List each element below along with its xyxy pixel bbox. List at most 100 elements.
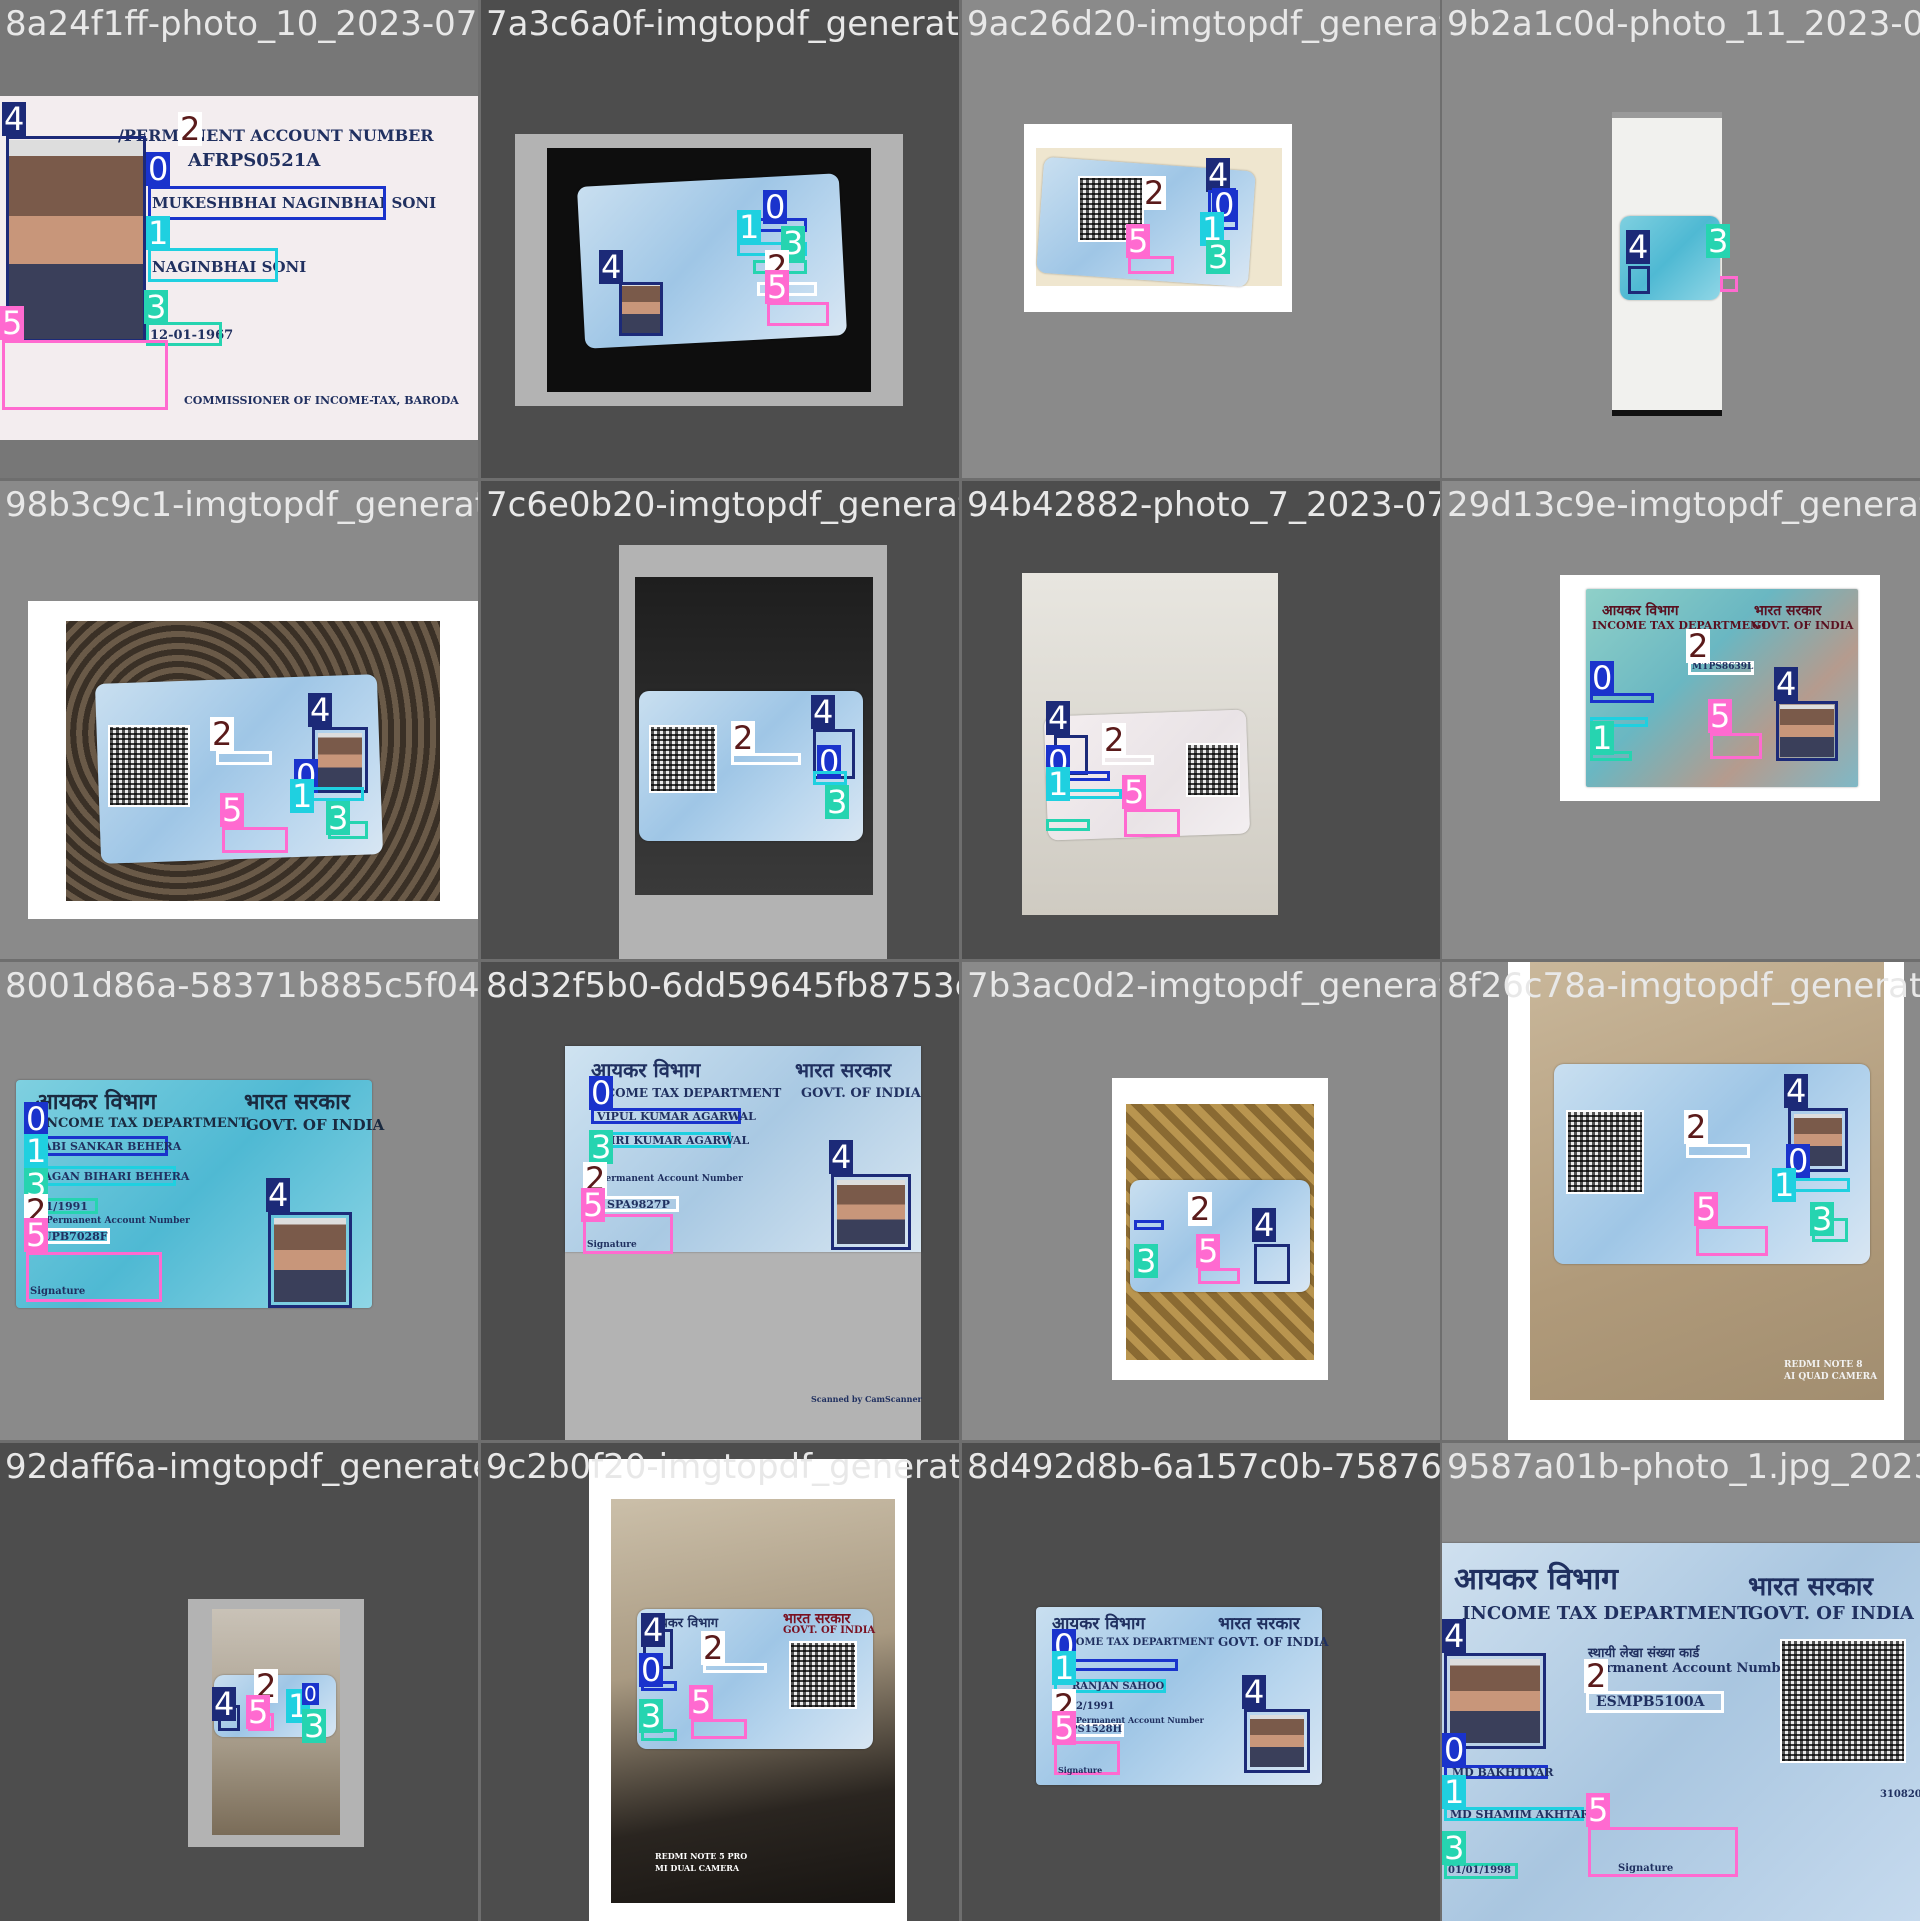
bbox-label: 4 (1774, 665, 1799, 703)
bbox-label: 5 (1196, 1232, 1221, 1270)
card-text: AFRPS0521A (188, 150, 321, 171)
bbox-label: 1 (290, 777, 315, 815)
qr-code (649, 725, 717, 793)
card-text: भारत सरकार (1218, 1614, 1300, 1634)
card-text: MI DUAL CAMERA (655, 1863, 740, 1873)
card-text: UPB7028F (42, 1230, 108, 1243)
bbox-label: 4 (811, 693, 836, 731)
tile-2: 2 4 0 1 5 3 9ac26d20-imgtopdf_generated_… (962, 0, 1440, 478)
card-text: GAGAN BIHARI BEHERA (34, 1170, 190, 1183)
tile-filename: 9c2b0f20-imgtopdf_generated (486, 1447, 959, 1487)
bbox (1710, 733, 1762, 759)
card-text: GOVT. OF INDIA (1752, 619, 1854, 632)
bbox-label: 5 (581, 1186, 606, 1224)
card-text: भारत सरकार (795, 1058, 892, 1082)
tile-filename: 8001d86a-58371b885c5f0418032758-169a5 jp… (5, 966, 478, 1006)
bbox-label: 3 (302, 1707, 327, 1745)
card-text: भारत सरकार (244, 1089, 350, 1115)
tile-8: आयकर विभाग भारत सरकार INCOME TAX DEPARTM… (0, 962, 478, 1440)
tile-13: आयकर विभाग भारत सरकार GOVT. OF INDIA 4 2… (481, 1443, 959, 1921)
portrait (1250, 1715, 1304, 1767)
bbox (1720, 276, 1738, 292)
bbox-label: 5 (689, 1683, 714, 1721)
bbox-label: 4 (308, 691, 333, 729)
bbox (1686, 1144, 1750, 1158)
bbox-label: 4 (2, 100, 27, 138)
bbox-label: 3 (1810, 1200, 1835, 1238)
bbox-label: 2 (1102, 721, 1127, 759)
tile-1: 0 1 3 2 4 5 7a3c6a0f-imgtopdf_generated_… (481, 0, 959, 478)
tile-5: 4 2 0 3 7c6e0b20-imgtopdf_generated_2608… (481, 481, 959, 959)
bbox-label: 1 (1590, 719, 1615, 757)
bbox-label: 5 (0, 304, 25, 342)
bbox (1254, 1244, 1290, 1284)
bbox-label: 4 (829, 1138, 854, 1176)
bbox-label: 4 (1252, 1206, 1277, 1244)
portrait (1780, 705, 1834, 757)
bbox-label: 5 (1126, 222, 1151, 260)
bbox-label: 4 (641, 1611, 666, 1649)
card-text: 2/1991 (1076, 1701, 1115, 1712)
bbox-label: 3 (1134, 1242, 1159, 1280)
tile-15: आयकर विभाग भारत सरकार INCOME TAX DEPARTM… (1442, 1443, 1920, 1921)
tile-10: 2 4 3 5 7b3ac0d2-imgtopdf_generated (962, 962, 1440, 1440)
image-grid: /PERMANENT ACCOUNT NUMBER AFRPS0521A MUK… (0, 0, 1920, 1921)
bbox (619, 282, 663, 336)
card-text: Scanned by CamScanner (811, 1394, 922, 1404)
bbox-label: 3 (1706, 222, 1731, 260)
tile-filename: 7c6e0b20-imgtopdf_generated_260820130700… (486, 485, 959, 525)
bbox-label: 3 (589, 1128, 614, 1166)
card-text: 310820 (1880, 1789, 1920, 1800)
tile-filename: 92daff6a-imgtopdf_generated_250820130100… (5, 1447, 478, 1487)
bbox-label: 2 (178, 110, 203, 148)
bbox-label: 5 (1586, 1791, 1611, 1829)
tile-filename: 9587a01b-photo_1.jpg_2023-07 (1447, 1447, 1920, 1487)
bbox-label: 2 (731, 719, 756, 757)
portrait (318, 733, 362, 789)
bbox (148, 186, 386, 220)
card-text: REDMI NOTE 5 PRO (655, 1851, 748, 1861)
bbox-label: 4 (1046, 699, 1071, 737)
bbox-label: 5 (1694, 1190, 1719, 1228)
bbox-label: 3 (326, 799, 351, 837)
bbox-label: 0 (763, 188, 788, 226)
card-text: GOVT. OF INDIA (1748, 1603, 1914, 1624)
qr-code (1780, 1639, 1906, 1763)
card-text: GOVT. OF INDIA (801, 1086, 921, 1101)
bbox-label: 1 (24, 1132, 49, 1170)
bbox-label: 1 (146, 214, 171, 252)
card-text: AI QUAD CAMERA (1784, 1372, 1878, 1382)
card-text: MD SHAMIM AKHTAR (1450, 1808, 1590, 1821)
bbox-label: 4 (599, 248, 624, 286)
bbox-label: 3 (1206, 238, 1231, 276)
bbox (222, 827, 288, 853)
tile-filename: 8f26c78a-imgtopdf_generated_260820130300… (1447, 966, 1920, 1006)
bbox-label: 0 (302, 1682, 319, 1706)
bbox-label: 1 (1052, 1649, 1077, 1687)
card-text: भारत सरकार (1748, 1572, 1874, 1602)
card-text: Permanent Account Number (599, 1174, 743, 1184)
tile-0: /PERMANENT ACCOUNT NUMBER AFRPS0521A MUK… (0, 0, 478, 478)
bbox (1046, 819, 1090, 831)
bbox-label: 3 (639, 1697, 664, 1735)
tile-14: आयकर विभाग भारत सरकार INCOME TAX DEPARTM… (962, 1443, 1440, 1921)
bbox-label: 5 (246, 1693, 271, 1731)
bbox-label: 4 (1784, 1072, 1809, 1110)
bbox-label: 0 (639, 1651, 664, 1689)
tile-filename: 7a3c6a0f-imgtopdf_generated_260820131001… (486, 4, 959, 44)
bbox-label: 2 (210, 715, 235, 753)
bbox-label: 5 (24, 1216, 49, 1254)
card-text: GOVT. OF INDIA (246, 1116, 385, 1134)
card-text: Permanent Account Number (46, 1216, 190, 1226)
card-text: INCOME TAX DEPARTMENT (1592, 619, 1769, 632)
card-text: Signature (587, 1240, 637, 1250)
card-text: VIPUL KUMAR AGARWAL (597, 1110, 756, 1123)
qr-code (108, 725, 190, 807)
card-text: /PERMANENT ACCOUNT NUMBER (118, 126, 434, 145)
bbox-label: 1 (1046, 765, 1071, 803)
tile-6: 4 2 0 1 5 94b42882-photo_7_2023-07-06-20… (962, 481, 1440, 959)
bbox-label: 3 (825, 783, 850, 821)
bbox-label: 1 (1772, 1166, 1797, 1204)
portrait (837, 1180, 905, 1244)
bbox-label: 2 (1142, 174, 1167, 212)
